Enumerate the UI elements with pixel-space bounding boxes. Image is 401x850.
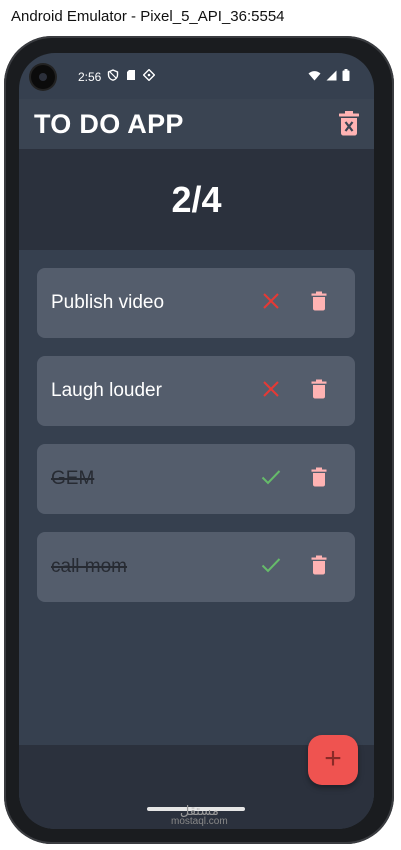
shield-icon — [107, 69, 119, 84]
trash-icon — [311, 555, 327, 580]
add-task-button[interactable]: + — [308, 735, 358, 785]
watermark: مستقل mostaql.com — [171, 803, 228, 827]
toggle-done-button[interactable] — [259, 379, 283, 403]
task-card[interactable]: call mom — [37, 532, 355, 602]
task-list: Publish video Laugh louder GEM call mom — [37, 268, 355, 620]
wifi-icon — [308, 70, 321, 84]
task-title: call mom — [51, 556, 128, 577]
delete-task-button[interactable] — [307, 466, 331, 492]
delete-task-button[interactable] — [307, 290, 331, 316]
toggle-done-button[interactable] — [259, 555, 283, 579]
watermark-latin: mostaql.com — [171, 816, 228, 827]
front-camera — [31, 65, 55, 89]
sync-diamond-icon — [142, 68, 156, 84]
trash-icon — [311, 467, 327, 492]
check-icon — [261, 557, 281, 578]
close-icon — [262, 380, 280, 403]
clear-all-button[interactable] — [336, 110, 362, 141]
signal-icon — [326, 70, 337, 84]
task-title: Laugh louder — [51, 380, 162, 401]
sd-card-icon — [126, 69, 136, 84]
task-card[interactable]: Publish video — [37, 268, 355, 338]
task-card[interactable]: Laugh louder — [37, 356, 355, 426]
toggle-done-button[interactable] — [259, 291, 283, 315]
close-icon — [262, 292, 280, 315]
progress-counter-panel: 2/4 — [19, 149, 374, 250]
task-title: GEM — [51, 468, 95, 489]
watermark-arabic: مستقل — [179, 803, 219, 818]
trash-icon — [311, 379, 327, 404]
delete-task-button[interactable] — [307, 378, 331, 404]
app-bar: TO DO APP — [19, 99, 374, 149]
emulator-window-title: Android Emulator - Pixel_5_API_36:5554 — [0, 0, 401, 34]
delete-task-button[interactable] — [307, 554, 331, 580]
task-title: Publish video — [51, 292, 165, 313]
delete-sweep-icon — [338, 110, 360, 141]
trash-icon — [311, 291, 327, 316]
check-icon — [261, 469, 281, 490]
status-time: 2:56 — [78, 70, 102, 84]
phone-screen: 2:56 TO DO APP 2/4 Publish video Laugh l… — [19, 53, 374, 829]
battery-icon — [342, 69, 350, 84]
progress-counter: 2/4 — [171, 179, 222, 220]
app-title: TO DO APP — [34, 109, 184, 139]
status-bar: 2:56 — [19, 53, 374, 99]
toggle-done-button[interactable] — [259, 467, 283, 491]
task-card[interactable]: GEM — [37, 444, 355, 514]
